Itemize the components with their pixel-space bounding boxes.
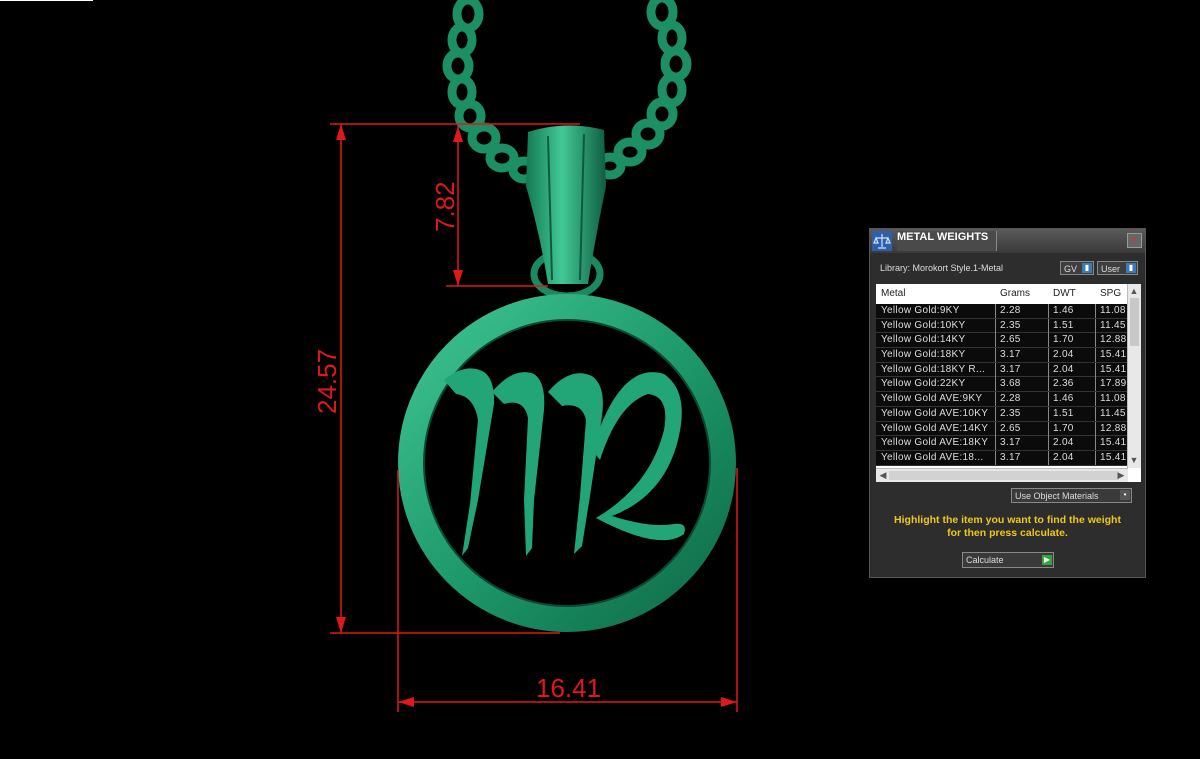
options-icon: • [1120,490,1130,500]
dropdown-arrow-icon: ▮ [1126,263,1136,273]
cell-dwt: 2.04 [1053,363,1074,375]
cell-metal: Yellow Gold AVE:9KY [881,393,983,405]
scale-icon [872,231,892,251]
table-row[interactable]: Yellow Gold:14KY 2.65 1.70 12.88 [876,333,1128,349]
horizontal-scroll-thumb[interactable] [889,471,1119,480]
cell-dwt: 2.04 [1053,451,1074,463]
cell-grams: 2.28 [1000,305,1021,316]
table-row[interactable]: Yellow Gold AVE:18... 3.17 2.04 15.41 [876,450,1128,466]
cell-grams: 3.17 [1000,451,1021,463]
cell-grams: 3.17 [1000,363,1021,375]
user-dropdown[interactable]: User ▮ [1097,261,1138,275]
cell-grams: 2.35 [1000,319,1021,331]
cell-dwt: 1.51 [1053,319,1074,331]
dimension-label-bail-height: 7.82 [430,181,460,232]
metal-weights-panel: METAL WEIGHTS × Library: Morokort Style.… [869,228,1146,578]
horizontal-scrollbar[interactable]: ◀ ▶ [876,468,1128,482]
gv-dropdown[interactable]: GV ▮ [1060,261,1094,275]
scroll-up-icon[interactable]: ▲ [1128,285,1140,297]
table-row[interactable]: Yellow Gold:10KY 2.35 1.51 11.45 [876,318,1128,334]
use-object-materials-label: Use Object Materials [1015,491,1099,501]
user-label: User [1101,264,1121,274]
cell-metal: Yellow Gold AVE:10KY [881,407,989,419]
cell-dwt: 1.70 [1053,334,1074,346]
cell-spg: 11.45 [1100,407,1126,419]
scroll-left-icon[interactable]: ◀ [877,469,889,481]
cell-dwt: 2.04 [1053,349,1074,361]
cell-metal: Yellow Gold AVE:18KY [881,437,989,449]
vertical-scrollbar[interactable]: ▲ ▼ [1127,284,1141,468]
table-row[interactable]: Yellow Gold:22KY 3.68 2.36 17.89 [876,377,1128,393]
cell-metal: Yellow Gold AVE:14KY [881,422,989,434]
table-row[interactable]: Yellow Gold AVE:18KY 3.17 2.04 15.41 [876,436,1128,451]
dimension-label-width: 16.41 [536,673,601,703]
instruction-line-2: for then press calculate. [947,527,1068,539]
table-row[interactable]: Yellow Gold:18KY R... 3.17 2.04 15.41 [876,362,1128,378]
bail [526,125,606,300]
instruction-line-1: Highlight the item you want to find the … [894,514,1121,526]
instruction-text: Highlight the item you want to find the … [870,514,1145,540]
cell-grams: 3.68 [1000,378,1021,390]
column-header-metal[interactable]: Metal [881,288,905,299]
cell-spg: 15.41 [1100,349,1127,361]
cell-dwt: 1.46 [1053,393,1074,405]
column-header-spg[interactable]: SPG [1100,288,1121,299]
cell-spg: 11.45 [1100,319,1126,331]
column-header-grams[interactable]: Grams [1000,288,1030,299]
cell-spg: 12.88 [1100,422,1127,434]
cell-dwt: 2.04 [1053,437,1074,449]
scroll-right-icon[interactable]: ▶ [1115,469,1127,481]
table-row[interactable]: Yellow Gold AVE:14KY 2.65 1.70 12.88 [876,421,1128,437]
cell-spg: 15.41 [1100,363,1127,375]
cell-metal: Yellow Gold:9KY [881,305,960,316]
cell-metal: Yellow Gold AVE:18... [881,451,984,463]
panel-titlebar[interactable]: METAL WEIGHTS × [870,229,1145,253]
cell-dwt: 1.51 [1053,407,1074,419]
virgo-symbol-glyph [444,368,685,556]
panel-title: METAL WEIGHTS [897,231,998,251]
cell-grams: 3.17 [1000,437,1021,449]
library-label: Library: Morokort Style.1-Metal [880,263,1004,273]
cell-grams: 3.17 [1000,349,1021,361]
table-row[interactable]: Yellow Gold AVE:10KY 2.35 1.51 11.45 [876,406,1128,422]
table-row[interactable]: Yellow Gold:18KY 3.17 2.04 15.41 [876,348,1128,363]
dimension-label-total-height: 24.57 [312,349,342,414]
metal-weights-table: Metal Grams DWT SPG Yellow Gold:9KY 2.28 1… [876,284,1141,482]
cell-spg: 11.08 [1100,393,1126,405]
cell-metal: Yellow Gold:14KY [881,334,966,346]
cell-spg: 17.89 [1100,378,1127,390]
cell-metal: Yellow Gold:18KY R... [881,363,986,375]
use-object-materials-button[interactable]: Use Object Materials • [1011,488,1132,503]
play-icon: ▶ [1042,555,1052,565]
cell-spg: 11.08 [1100,305,1126,316]
cell-dwt: 1.46 [1053,305,1074,316]
close-icon[interactable]: × [1127,233,1142,248]
table-row[interactable]: Yellow Gold AVE:9KY 2.28 1.46 11.08 [876,392,1128,407]
gv-label: GV [1064,264,1078,274]
cell-dwt: 2.36 [1053,378,1074,390]
cell-dwt: 1.70 [1053,422,1074,434]
cell-spg: 12.88 [1100,334,1127,346]
cell-metal: Yellow Gold:18KY [881,349,966,361]
cell-grams: 2.35 [1000,407,1021,419]
cell-metal: Yellow Gold:22KY [881,378,966,390]
cell-metal: Yellow Gold:10KY [881,319,966,331]
vertical-scroll-thumb[interactable] [1130,298,1139,346]
cell-grams: 2.28 [1000,393,1021,405]
table-body: Yellow Gold:9KY 2.28 1.46 11.08 Yellow Gold… [876,304,1128,466]
cell-spg: 15.41 [1100,451,1127,463]
cell-grams: 2.65 [1000,334,1021,346]
scroll-down-icon[interactable]: ▼ [1128,454,1140,466]
cell-grams: 2.65 [1000,422,1021,434]
calculate-label: Calculate [966,555,1004,565]
pendant-ring [398,294,736,632]
table-header: Metal Grams DWT SPG [876,284,1128,303]
dropdown-arrow-icon: ▮ [1082,263,1092,273]
column-header-dwt[interactable]: DWT [1053,288,1076,299]
table-row[interactable]: Yellow Gold:9KY 2.28 1.46 11.08 [876,304,1128,319]
calculate-button[interactable]: Calculate ▶ [962,552,1054,568]
cell-spg: 15.41 [1100,437,1127,449]
